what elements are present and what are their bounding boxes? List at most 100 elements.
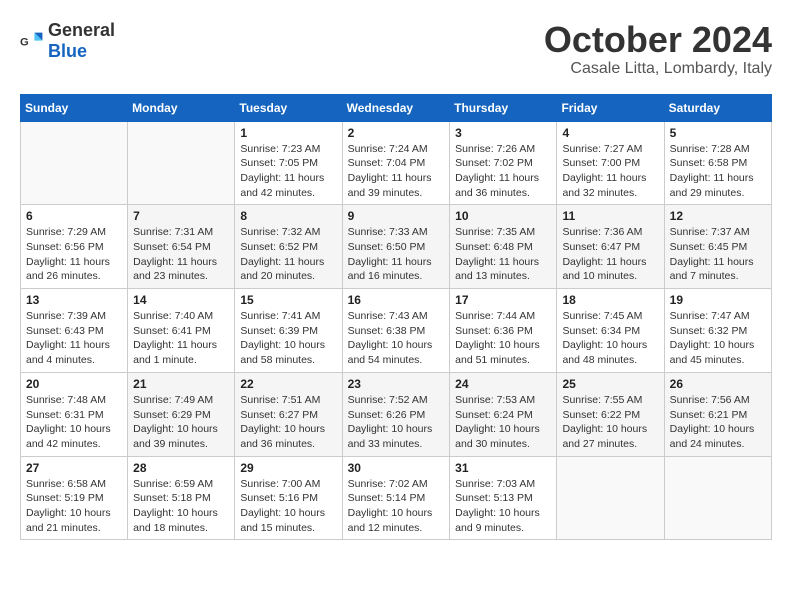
calendar-cell: 7 Sunrise: 7:31 AMSunset: 6:54 PMDaylight…	[128, 205, 235, 289]
logo-icon: G	[20, 31, 44, 51]
day-number: 25	[562, 377, 658, 391]
calendar-cell: 23Sunrise: 7:52 AMSunset: 6:26 PMDayligh…	[342, 372, 450, 456]
day-number: 21	[133, 377, 229, 391]
calendar-cell: 21 Sunrise: 7:49 AMSunset: 6:29 PMDayligh…	[128, 372, 235, 456]
day-number: 26	[670, 377, 766, 391]
calendar-cell: 26 Sunrise: 7:56 AMSunset: 6:21 PMDayligh…	[664, 372, 771, 456]
calendar-cell: 31 Sunrise: 7:03 AMSunset: 5:13 PMDayligh…	[450, 456, 557, 540]
day-number: 5	[670, 126, 766, 140]
day-number: 27	[26, 461, 122, 475]
calendar-cell: 8Sunrise: 7:32 AMSunset: 6:52 PMDaylight…	[235, 205, 342, 289]
day-number: 7	[133, 209, 229, 223]
day-number: 15	[240, 293, 336, 307]
calendar-cell: 16 Sunrise: 7:43 AMSunset: 6:38 PMDayligh…	[342, 289, 450, 373]
day-info: Sunrise: 7:24 AMSunset: 7:04 PMDaylight:…	[348, 142, 445, 201]
calendar-cell: 13 Sunrise: 7:39 AMSunset: 6:43 PMDayligh…	[21, 289, 128, 373]
day-info: Sunrise: 7:29 AMSunset: 6:56 PMDaylight:…	[26, 225, 122, 284]
calendar-cell: 6 Sunrise: 7:29 AMSunset: 6:56 PMDaylight…	[21, 205, 128, 289]
day-info: Sunrise: 7:41 AMSunset: 6:39 PMDaylight:…	[240, 309, 336, 368]
day-info: Sunrise: 7:33 AMSunset: 6:50 PMDaylight:…	[348, 225, 445, 284]
day-number: 19	[670, 293, 766, 307]
weekday-header-wednesday: Wednesday	[342, 94, 450, 121]
day-number: 1	[240, 126, 336, 140]
calendar-cell: 4Sunrise: 7:27 AMSunset: 7:00 PMDaylight…	[557, 121, 664, 205]
day-info: Sunrise: 7:39 AMSunset: 6:43 PMDaylight:…	[26, 309, 122, 368]
logo-general: General	[48, 20, 115, 40]
calendar-cell: 27Sunrise: 6:58 AMSunset: 5:19 PMDayligh…	[21, 456, 128, 540]
calendar-table: SundayMondayTuesdayWednesdayThursdayFrid…	[20, 94, 772, 541]
day-info: Sunrise: 7:28 AMSunset: 6:58 PMDaylight:…	[670, 142, 766, 201]
calendar-cell	[21, 121, 128, 205]
day-info: Sunrise: 7:48 AMSunset: 6:31 PMDaylight:…	[26, 393, 122, 452]
day-number: 16	[348, 293, 445, 307]
day-number: 31	[455, 461, 551, 475]
calendar-week-1: 1Sunrise: 7:23 AMSunset: 7:05 PMDaylight…	[21, 121, 772, 205]
day-number: 30	[348, 461, 445, 475]
day-number: 10	[455, 209, 551, 223]
calendar-cell: 20 Sunrise: 7:48 AMSunset: 6:31 PMDayligh…	[21, 372, 128, 456]
logo-blue: Blue	[48, 41, 87, 61]
calendar-cell: 9Sunrise: 7:33 AMSunset: 6:50 PMDaylight…	[342, 205, 450, 289]
calendar-cell: 15 Sunrise: 7:41 AMSunset: 6:39 PMDayligh…	[235, 289, 342, 373]
day-info: Sunrise: 7:53 AMSunset: 6:24 PMDaylight:…	[455, 393, 551, 452]
calendar-cell: 10Sunrise: 7:35 AMSunset: 6:48 PMDayligh…	[450, 205, 557, 289]
day-number: 13	[26, 293, 122, 307]
calendar-cell: 11Sunrise: 7:36 AMSunset: 6:47 PMDayligh…	[557, 205, 664, 289]
calendar-week-4: 20 Sunrise: 7:48 AMSunset: 6:31 PMDayligh…	[21, 372, 772, 456]
day-info: Sunrise: 7:03 AMSunset: 5:13 PMDaylight:…	[455, 477, 551, 536]
day-number: 2	[348, 126, 445, 140]
calendar-cell	[128, 121, 235, 205]
weekday-header-row: SundayMondayTuesdayWednesdayThursdayFrid…	[21, 94, 772, 121]
day-info: Sunrise: 7:49 AMSunset: 6:29 PMDaylight:…	[133, 393, 229, 452]
day-info: Sunrise: 7:45 AMSunset: 6:34 PMDaylight:…	[562, 309, 658, 368]
day-number: 18	[562, 293, 658, 307]
calendar-cell	[664, 456, 771, 540]
day-info: Sunrise: 7:47 AMSunset: 6:32 PMDaylight:…	[670, 309, 766, 368]
day-info: Sunrise: 7:27 AMSunset: 7:00 PMDaylight:…	[562, 142, 658, 201]
day-info: Sunrise: 7:02 AMSunset: 5:14 PMDaylight:…	[348, 477, 445, 536]
calendar-cell: 24 Sunrise: 7:53 AMSunset: 6:24 PMDayligh…	[450, 372, 557, 456]
day-info: Sunrise: 7:37 AMSunset: 6:45 PMDaylight:…	[670, 225, 766, 284]
day-number: 3	[455, 126, 551, 140]
weekday-header-tuesday: Tuesday	[235, 94, 342, 121]
day-info: Sunrise: 7:44 AMSunset: 6:36 PMDaylight:…	[455, 309, 551, 368]
day-info: Sunrise: 7:51 AMSunset: 6:27 PMDaylight:…	[240, 393, 336, 452]
svg-text:G: G	[20, 36, 29, 48]
day-info: Sunrise: 7:40 AMSunset: 6:41 PMDaylight:…	[133, 309, 229, 368]
calendar-cell: 22 Sunrise: 7:51 AMSunset: 6:27 PMDayligh…	[235, 372, 342, 456]
day-number: 24	[455, 377, 551, 391]
day-info: Sunrise: 7:56 AMSunset: 6:21 PMDaylight:…	[670, 393, 766, 452]
day-info: Sunrise: 7:36 AMSunset: 6:47 PMDaylight:…	[562, 225, 658, 284]
day-info: Sunrise: 7:52 AMSunset: 6:26 PMDaylight:…	[348, 393, 445, 452]
day-info: Sunrise: 7:43 AMSunset: 6:38 PMDaylight:…	[348, 309, 445, 368]
logo: G General Blue	[20, 20, 115, 62]
day-info: Sunrise: 7:31 AMSunset: 6:54 PMDaylight:…	[133, 225, 229, 284]
calendar-cell: 1Sunrise: 7:23 AMSunset: 7:05 PMDaylight…	[235, 121, 342, 205]
day-info: Sunrise: 6:59 AMSunset: 5:18 PMDaylight:…	[133, 477, 229, 536]
location-title: Casale Litta, Lombardy, Italy	[544, 60, 772, 78]
calendar-cell: 3 Sunrise: 7:26 AMSunset: 7:02 PMDaylight…	[450, 121, 557, 205]
day-number: 20	[26, 377, 122, 391]
calendar-cell: 30 Sunrise: 7:02 AMSunset: 5:14 PMDayligh…	[342, 456, 450, 540]
day-info: Sunrise: 7:55 AMSunset: 6:22 PMDaylight:…	[562, 393, 658, 452]
calendar-cell: 17Sunrise: 7:44 AMSunset: 6:36 PMDayligh…	[450, 289, 557, 373]
month-title: October 2024	[544, 20, 772, 60]
calendar-week-3: 13 Sunrise: 7:39 AMSunset: 6:43 PMDayligh…	[21, 289, 772, 373]
weekday-header-sunday: Sunday	[21, 94, 128, 121]
calendar-cell: 2 Sunrise: 7:24 AMSunset: 7:04 PMDaylight…	[342, 121, 450, 205]
day-number: 6	[26, 209, 122, 223]
day-number: 22	[240, 377, 336, 391]
title-area: October 2024 Casale Litta, Lombardy, Ita…	[544, 20, 772, 78]
day-number: 12	[670, 209, 766, 223]
day-number: 8	[240, 209, 336, 223]
calendar-cell: 28 Sunrise: 6:59 AMSunset: 5:18 PMDayligh…	[128, 456, 235, 540]
day-info: Sunrise: 7:26 AMSunset: 7:02 PMDaylight:…	[455, 142, 551, 201]
weekday-header-saturday: Saturday	[664, 94, 771, 121]
day-number: 14	[133, 293, 229, 307]
day-number: 29	[240, 461, 336, 475]
calendar-week-5: 27Sunrise: 6:58 AMSunset: 5:19 PMDayligh…	[21, 456, 772, 540]
page-header: G General Blue October 2024 Casale Litta…	[20, 20, 772, 78]
calendar-cell	[557, 456, 664, 540]
calendar-cell: 12 Sunrise: 7:37 AMSunset: 6:45 PMDayligh…	[664, 205, 771, 289]
day-number: 28	[133, 461, 229, 475]
